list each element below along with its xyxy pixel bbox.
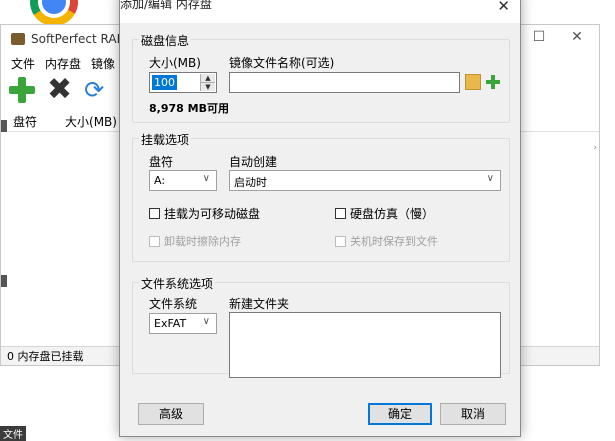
autocreate-value: 启动时 (234, 176, 267, 189)
checkbox-box[interactable] (149, 208, 160, 219)
side-marker (1, 275, 7, 287)
dialog-close-icon[interactable]: ✕ (497, 0, 510, 15)
checkbox-box[interactable] (335, 235, 346, 247)
size-stepper[interactable]: ▲ ▼ (200, 74, 215, 91)
main-window-title: SoftPerfect RAM (31, 32, 127, 46)
chevron-down-icon: ∨ (202, 173, 210, 184)
app-icon (11, 33, 25, 45)
maximize-icon[interactable]: ☐ (529, 29, 549, 45)
dialog-title-bar: 添加/编辑 内存盘 ✕ (120, 0, 520, 23)
save-on-shutdown-label: 关机时保存到文件 (350, 235, 438, 248)
add-image-icon[interactable] (485, 74, 501, 90)
remove-icon[interactable]: ✖ (47, 75, 72, 105)
mount-options-group: 挂载选项 盘符 A: ∨ 自动创建 启动时 ∨ 挂载为可移动磁盘 硬盘仿真（慢）… (132, 131, 510, 262)
column-size[interactable]: 大小(MB) (65, 113, 117, 130)
size-value: 100 (152, 75, 177, 90)
decrease-icon[interactable]: ▼ (201, 82, 215, 91)
browse-folder-icon[interactable] (465, 74, 481, 90)
save-on-shutdown-checkbox[interactable]: 关机时保存到文件 (335, 233, 438, 249)
menu-ramdisk[interactable]: 内存盘 (45, 55, 81, 72)
autocreate-select[interactable]: 启动时 ∨ (229, 170, 501, 191)
drive-letter-select[interactable]: A: ∨ (149, 170, 217, 191)
size-spinbox[interactable]: 100 ▲ ▼ (149, 72, 217, 93)
chevron-down-icon: ∨ (202, 316, 210, 327)
image-file-label: 镜像文件名称(可选) (229, 56, 335, 70)
status-text: 0 内存盘已挂载 (7, 350, 84, 363)
dialog-title: 添加/编辑 内存盘 (120, 0, 212, 11)
ok-button[interactable]: 确定 (368, 403, 432, 425)
side-marker (1, 120, 7, 132)
scroll-edge: › (593, 143, 597, 153)
autocreate-label: 自动创建 (229, 155, 278, 169)
increase-icon[interactable]: ▲ (201, 74, 215, 82)
size-label: 大小(MB) (149, 56, 201, 70)
disk-info-group: 磁盘信息 大小(MB) 100 ▲ ▼ 镜像文件名称(可选) 8,978 MB可… (132, 32, 510, 123)
checkbox-box[interactable] (335, 208, 346, 219)
clear-memory-checkbox[interactable]: 卸载时擦除内存 (149, 233, 241, 249)
column-drive[interactable]: 盘符 (13, 113, 37, 130)
image-file-input[interactable] (229, 72, 460, 93)
removable-checkbox[interactable]: 挂载为可移动磁盘 (149, 205, 260, 222)
available-memory: 8,978 MB可用 (149, 102, 229, 115)
new-folder-textarea[interactable] (229, 312, 501, 378)
chevron-down-icon: ∨ (486, 173, 494, 184)
new-folder-label: 新建文件夹 (229, 297, 290, 311)
mount-options-title: 挂载选项 (139, 131, 192, 148)
cancel-button[interactable]: 取消 (440, 403, 506, 425)
filesystem-select[interactable]: ExFAT ∨ (149, 313, 217, 334)
filesystem-label: 文件系统 (149, 297, 198, 311)
drive-letter-label: 盘符 (149, 155, 174, 169)
menu-image[interactable]: 镜像 (91, 55, 115, 72)
clear-memory-label: 卸载时擦除内存 (164, 235, 241, 248)
taskbar-label[interactable]: 文件 (0, 426, 26, 441)
chrome-icon[interactable] (30, 0, 78, 26)
hdd-emulation-label: 硬盘仿真（慢） (350, 207, 435, 221)
disk-info-title: 磁盘信息 (139, 32, 192, 49)
advanced-button[interactable]: 高级 (138, 403, 204, 425)
toolbar: ✖ ⟳ (9, 75, 104, 105)
removable-label: 挂载为可移动磁盘 (164, 207, 261, 221)
filesystem-options-group: 文件系统选项 文件系统 ExFAT ∨ 新建文件夹 (132, 275, 510, 378)
close-icon[interactable]: ✕ (567, 29, 587, 45)
filesystem-options-title: 文件系统选项 (139, 275, 216, 292)
add-icon[interactable] (9, 77, 35, 103)
hdd-emulation-checkbox[interactable]: 硬盘仿真（慢） (335, 205, 434, 222)
menu-bar: 文件 内存盘 镜像 (1, 53, 115, 73)
refresh-icon[interactable]: ⟳ (84, 77, 104, 103)
drive-letter-value: A: (154, 174, 166, 187)
checkbox-box[interactable] (149, 235, 160, 247)
filesystem-value: ExFAT (154, 317, 187, 330)
menu-file[interactable]: 文件 (11, 55, 35, 72)
add-edit-ramdisk-dialog: 添加/编辑 内存盘 ✕ 磁盘信息 大小(MB) 100 ▲ ▼ 镜像文件名称(可… (119, 0, 521, 437)
